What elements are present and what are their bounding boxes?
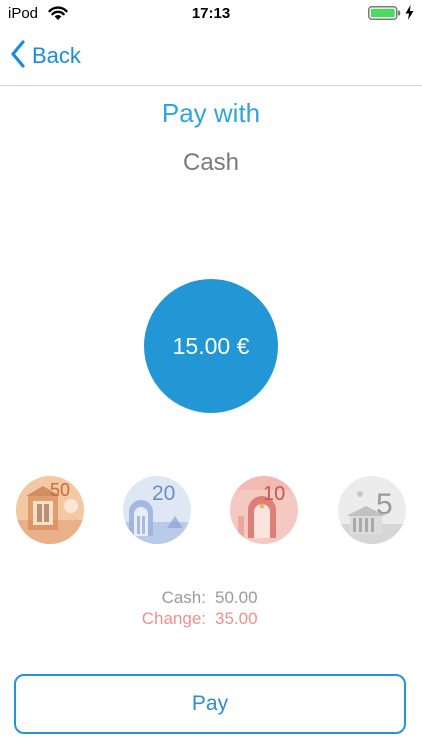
banknote-5-button[interactable]: 5	[338, 476, 406, 544]
amount-due-value: 15.00 €	[172, 332, 250, 359]
clock-label: 17:13	[191, 5, 231, 22]
page-title: Pay with	[161, 98, 261, 128]
euro-20-banknote-icon: 20	[123, 476, 191, 544]
euro-50-banknote-icon: 50	[16, 476, 84, 544]
chevron-left-icon	[10, 39, 26, 73]
payment-method-label: Cash	[182, 149, 240, 176]
euro-5-banknote-icon: 5	[338, 476, 406, 544]
banknote-5-label: 5	[376, 488, 393, 521]
cash-label: Cash:	[161, 588, 206, 607]
status-bar: iPod 17:13	[0, 0, 422, 28]
pay-button[interactable]: Pay	[14, 674, 406, 734]
banknote-20-button[interactable]: 20	[123, 476, 191, 544]
back-button[interactable]: Back	[10, 39, 81, 73]
back-label: Back	[32, 43, 81, 68]
navigation-bar: Back	[0, 28, 422, 86]
charging-bolt-icon	[405, 5, 414, 25]
battery-icon	[368, 6, 401, 20]
change-value: 35.00	[215, 609, 258, 628]
banknote-10-button[interactable]: 10	[230, 476, 298, 544]
change-label: Change:	[141, 609, 206, 628]
pay-button-label: Pay	[191, 692, 229, 715]
cash-value: 50.00	[215, 588, 258, 607]
euro-10-banknote-icon: 10	[230, 476, 298, 544]
banknote-50-button[interactable]: 50	[16, 476, 84, 544]
banknote-20-label: 20	[152, 482, 175, 505]
banknote-50-label: 50	[50, 480, 70, 500]
banknote-10-label: 10	[263, 483, 285, 505]
amount-due-badge: 15.00 €	[144, 279, 278, 413]
